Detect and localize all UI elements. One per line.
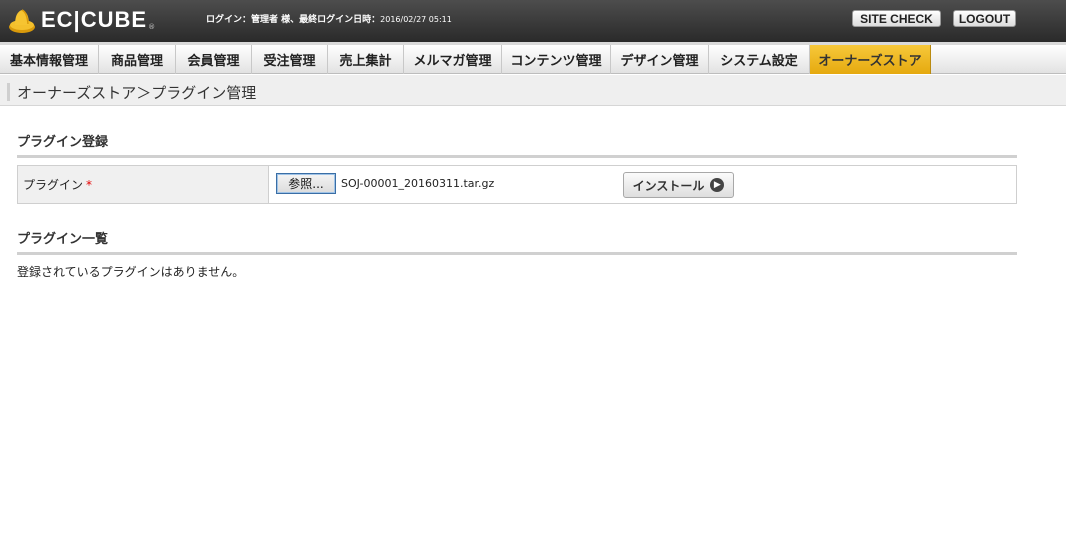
nav-item-owners-store[interactable]: オーナーズストア (810, 45, 931, 74)
page-title: オーナーズストア＞プラグイン管理 (17, 84, 257, 102)
nav-item-system[interactable]: システム設定 (709, 45, 810, 74)
nav-item-orders[interactable]: 受注管理 (252, 45, 328, 74)
ec-cube-logo[interactable]: EC|CUBE ® (8, 5, 155, 35)
install-button[interactable]: インストール ▶ (623, 172, 734, 198)
logout-button[interactable]: LOGOUT (953, 10, 1016, 27)
install-label: インストール (632, 178, 705, 193)
nav-item-contents[interactable]: コンテンツ管理 (502, 45, 611, 74)
login-timestamp: 2016/02/27 05:11 (380, 15, 452, 24)
selected-file-name: SOJ-00001_20160311.tar.gz (341, 177, 495, 190)
site-check-button[interactable]: SITE CHECK (852, 10, 941, 27)
arrow-right-circle-icon: ▶ (710, 178, 725, 192)
nav-item-mail-magazine[interactable]: メルマガ管理 (404, 45, 502, 74)
breadcrumb-accent (7, 83, 10, 101)
plugin-register-heading: プラグイン登録 (17, 131, 1017, 158)
nav-item-basic-info[interactable]: 基本情報管理 (0, 45, 99, 74)
logo-text: EC|CUBE (41, 7, 148, 32)
logo-registered-mark: ® (148, 23, 156, 31)
plugin-register-form: プラグイン * 参照... SOJ-00001_20160311.tar.gz イ… (17, 165, 1017, 204)
nav-item-customers[interactable]: 会員管理 (176, 45, 252, 74)
plugin-label-text: プラグイン (23, 178, 84, 192)
main-nav: 基本情報管理 商品管理 会員管理 受注管理 売上集計 メルマガ管理 コンテンツ管… (0, 42, 1066, 74)
nav-item-sales[interactable]: 売上集計 (328, 45, 404, 74)
nav-item-design[interactable]: デザイン管理 (611, 45, 709, 74)
nav-item-products[interactable]: 商品管理 (99, 45, 176, 74)
crown-icon (8, 6, 36, 34)
required-mark: * (86, 177, 93, 192)
browse-button[interactable]: 参照... (276, 173, 336, 194)
login-info: ログイン：管理者 様、最終ログイン日時：2016/02/27 05:11 (206, 12, 452, 25)
empty-plugin-message: 登録されているプラグインはありません。 (17, 265, 245, 279)
plugin-field-label: プラグイン * (18, 166, 269, 203)
plugin-list-heading: プラグイン一覧 (17, 228, 1017, 255)
login-label: ログイン：管理者 様、最終ログイン日時： (206, 15, 381, 25)
breadcrumb: オーナーズストア＞プラグイン管理 (0, 75, 1066, 106)
app-header: EC|CUBE ® ログイン：管理者 様、最終ログイン日時：2016/02/27… (0, 0, 1066, 42)
